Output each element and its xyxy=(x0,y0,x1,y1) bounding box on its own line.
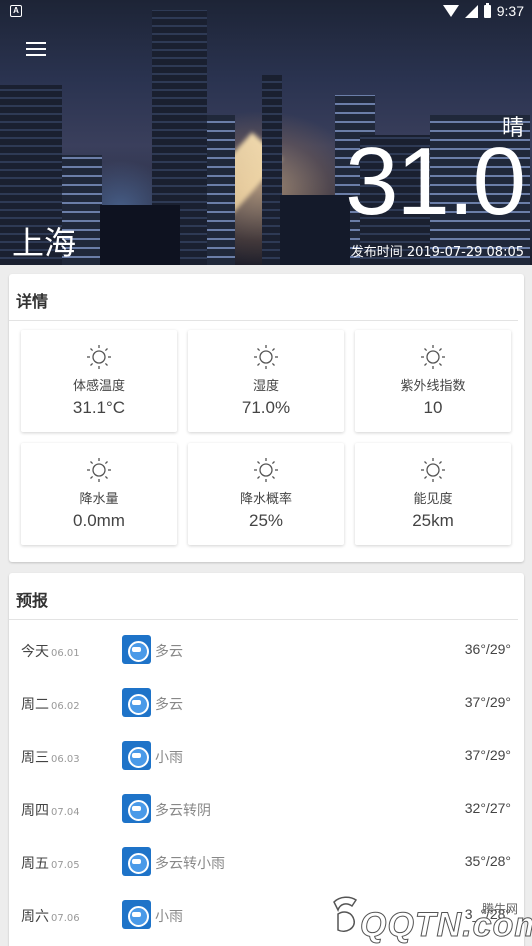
forecast-date: 07.04 xyxy=(51,807,80,818)
detail-item-humidity: 湿度 71.0% xyxy=(188,330,344,432)
weather-condition-icon xyxy=(122,900,151,929)
notification-icon: A xyxy=(10,5,22,17)
weather-condition-icon xyxy=(122,688,151,717)
weather-condition-icon xyxy=(122,635,151,664)
detail-label: 紫外线指数 xyxy=(400,379,466,394)
building xyxy=(262,75,282,265)
forecast-date: 06.03 xyxy=(51,754,80,765)
forecast-row[interactable]: 周三 06.03 小雨 37°/29° xyxy=(9,729,524,782)
forecast-row[interactable]: 周五 07.05 多云转小雨 35°/28° xyxy=(9,835,524,888)
signal-icon xyxy=(464,4,478,18)
detail-item-precip-probability: 降水概率 25% xyxy=(188,443,344,545)
building xyxy=(207,115,235,265)
forecast-day: 周五 xyxy=(21,856,49,872)
forecast-day: 今天 xyxy=(21,644,49,660)
forecast-condition: 多云转阴 xyxy=(155,803,211,819)
sun-icon xyxy=(87,345,111,369)
forecast-temps: 37°/29° xyxy=(464,747,511,763)
watermark: 腾牛网 QQTN.com xyxy=(326,886,532,945)
weather-condition-icon xyxy=(122,741,151,770)
details-grid: 体感温度 31.1°C 湿度 71.0% 紫外线指数 10 降水量 0.0mm … xyxy=(21,330,513,545)
hamburger-menu-icon[interactable] xyxy=(26,42,46,58)
forecast-day: 周三 xyxy=(21,750,49,766)
forecast-temps: 35°/28° xyxy=(464,853,511,869)
city-name: 上海 xyxy=(12,224,77,262)
detail-label: 湿度 xyxy=(252,379,279,394)
weather-condition-icon xyxy=(122,847,151,876)
sun-icon xyxy=(254,345,278,369)
forecast-day: 周六 xyxy=(21,909,49,925)
forecast-temps: 32°/27° xyxy=(464,800,511,816)
forecast-day: 周二 xyxy=(21,697,49,713)
weather-condition-icon xyxy=(122,794,151,823)
forecast-row[interactable]: 周四 07.04 多云转阴 32°/27° xyxy=(9,782,524,835)
forecast-condition: 多云转小雨 xyxy=(155,856,225,872)
detail-item-feels-like: 体感温度 31.1°C xyxy=(21,330,177,432)
forecast-condition: 小雨 xyxy=(155,909,183,925)
watermark-logo-icon xyxy=(333,896,358,932)
forecast-condition: 多云 xyxy=(155,644,183,660)
forecast-title: 预报 xyxy=(9,573,518,620)
publish-time: 发布时间 2019-07-29 08:05 xyxy=(350,245,524,260)
detail-value: 71.0% xyxy=(241,398,291,417)
detail-value: 0.0mm xyxy=(73,511,125,530)
forecast-date: 06.02 xyxy=(51,701,80,712)
watermark-big-text: QQTN.com xyxy=(360,906,532,945)
status-bar: A 9:37 xyxy=(0,0,532,24)
detail-label: 降水量 xyxy=(79,492,119,507)
forecast-row[interactable]: 今天 06.01 多云 36°/29° xyxy=(9,623,524,676)
detail-label: 体感温度 xyxy=(72,379,125,394)
detail-value: 10 xyxy=(423,398,443,417)
status-time: 9:37 xyxy=(496,3,524,19)
detail-value: 25km xyxy=(412,511,454,530)
detail-value: 25% xyxy=(248,511,284,530)
sun-icon xyxy=(254,458,278,482)
battery-icon xyxy=(483,2,491,18)
forecast-date: 06.01 xyxy=(51,648,80,659)
building xyxy=(280,195,350,265)
forecast-temps: 37°/29° xyxy=(464,694,511,710)
sun-icon xyxy=(87,458,111,482)
wifi-icon xyxy=(442,5,459,17)
current-temperature: 31.0 xyxy=(345,128,526,235)
detail-item-uv-index: 紫外线指数 10 xyxy=(355,330,511,432)
forecast-temps: 36°/29° xyxy=(464,641,511,657)
details-card: 详情 体感温度 31.1°C 湿度 71.0% 紫外线指数 10 降水量 0.0… xyxy=(9,274,524,562)
sun-icon xyxy=(421,345,445,369)
forecast-date: 07.06 xyxy=(51,913,80,924)
detail-label: 降水概率 xyxy=(239,492,292,507)
details-title: 详情 xyxy=(9,274,518,321)
forecast-row[interactable]: 周二 06.02 多云 37°/29° xyxy=(9,676,524,729)
building xyxy=(100,205,180,265)
forecast-condition: 小雨 xyxy=(155,750,183,766)
detail-label: 能见度 xyxy=(413,492,453,507)
detail-item-precipitation: 降水量 0.0mm xyxy=(21,443,177,545)
forecast-date: 07.05 xyxy=(51,860,80,871)
sun-icon xyxy=(421,458,445,482)
forecast-day: 周四 xyxy=(21,803,49,819)
detail-value: 31.1°C xyxy=(72,398,126,417)
forecast-condition: 多云 xyxy=(155,697,183,713)
detail-item-visibility: 能见度 25km xyxy=(355,443,511,545)
